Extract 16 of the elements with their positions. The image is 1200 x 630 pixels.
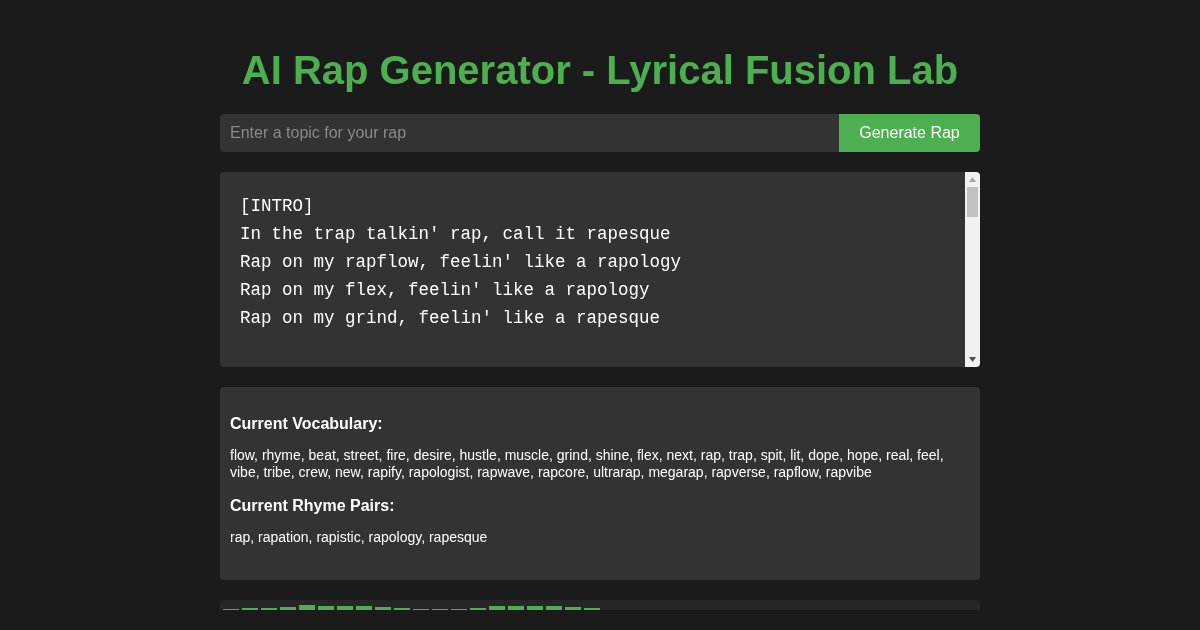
section-heading: Current Vocabulary: — [230, 414, 384, 434]
lyric-line: Rap on my grind, feelin' like a rapesque — [240, 307, 661, 330]
scroll-up-arrow-icon[interactable] — [969, 177, 976, 182]
section-text: rap, rapation, rapistic, rapology, rapesque — [230, 529, 489, 546]
scroll-down-arrow-icon[interactable] — [969, 357, 976, 362]
page-title: AI Rap Generator - Lyrical Fusion Lab — [240, 47, 960, 94]
lyric-line: Rap on my rapflow, feelin' like a rapology — [240, 251, 682, 274]
generate-rap-button[interactable]: Generate Rap — [839, 114, 980, 152]
lyric-line: In the trap talkin' rap, call it rapesque — [240, 223, 671, 246]
section-text: flow, rhyme, beat, street, fire, desire, hustle, muscle, grind, shine, flex, next, rap, trap, spit, lit, dope, hope, real, feel, vibe, tribe, crew, new, rapify, rapologist, rapwave, rapcore, ultrarap, megarap, rapverse, rapflow, rapvibe — [230, 447, 945, 481]
lyric-line: Rap on my flex, feelin' like a rapology — [240, 279, 650, 302]
lyric-line: [INTRO] — [240, 195, 314, 218]
section-heading: Current Rhyme Pairs: — [230, 496, 396, 516]
topic-input-field[interactable]: Enter a topic for your rap — [220, 114, 839, 152]
scrollbar-thumb[interactable] — [967, 187, 978, 217]
scrollbar[interactable] — [965, 172, 980, 367]
